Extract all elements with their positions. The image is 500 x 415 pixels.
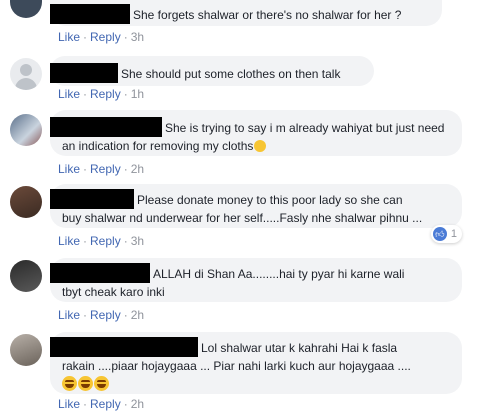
timestamp[interactable]: 3h — [131, 234, 144, 248]
comment-bubble: Please donate money to this poor lady so… — [50, 184, 462, 228]
redacted-name — [50, 189, 134, 209]
redacted-name — [50, 337, 198, 357]
comment-text-line2: an indication for removing my cloths — [62, 139, 254, 153]
avatar[interactable] — [10, 114, 42, 146]
comment-bubble: Lol shalwar utar k kahrahi Hai k fasla r… — [50, 332, 462, 394]
reply-link[interactable]: Reply — [90, 234, 121, 248]
comment-text-line1: Please donate money to this poor lady so… — [137, 193, 403, 207]
grinning-sweat-emoji-icon — [78, 376, 93, 391]
redacted-name — [50, 4, 130, 24]
thumbs-up-icon: 👍︎ — [432, 227, 447, 241]
redacted-name — [50, 117, 162, 137]
reply-link[interactable]: Reply — [90, 162, 121, 176]
comment-text-line2: buy shalwar nd underwear for her self...… — [62, 211, 423, 225]
comment-actions: Like · Reply · 3h — [58, 30, 145, 44]
timestamp[interactable]: 2h — [131, 308, 144, 322]
redacted-name — [50, 263, 150, 283]
reply-link[interactable]: Reply — [90, 30, 121, 44]
reaction-count[interactable]: 👍︎ 1 — [430, 225, 462, 243]
comment-bubble: She should put some clothes on then talk — [50, 56, 374, 86]
avatar[interactable] — [10, 0, 42, 18]
redacted-name — [50, 63, 118, 83]
avatar[interactable] — [10, 334, 42, 366]
comment-text: She forgets shalwar or there's no shalwa… — [133, 8, 402, 22]
like-link[interactable]: Like — [58, 30, 80, 44]
timestamp[interactable]: 3h — [131, 30, 144, 44]
comment-actions: Like · Reply · 2h — [58, 162, 145, 176]
comment-actions: Like · Reply · 1h — [58, 87, 145, 101]
avatar[interactable] — [10, 58, 42, 90]
comment-bubble: ALLAH di Shan Aa........hai ty pyar hi k… — [50, 258, 462, 302]
comment-text-line2: tbyt cheak karo inki — [62, 285, 165, 299]
like-link[interactable]: Like — [58, 87, 80, 101]
like-link[interactable]: Like — [58, 397, 80, 411]
like-link[interactable]: Like — [58, 308, 80, 322]
reply-link[interactable]: Reply — [90, 87, 121, 101]
reply-link[interactable]: Reply — [90, 308, 121, 322]
avatar[interactable] — [10, 260, 42, 292]
avatar-silhouette-body — [15, 78, 37, 90]
grinning-sweat-emoji-icon — [94, 376, 109, 391]
avatar[interactable] — [10, 186, 42, 218]
comment-text-line1: She is trying to say i m already wahiyat… — [165, 121, 445, 135]
comment-text-line1: ALLAH di Shan Aa........hai ty pyar hi k… — [153, 267, 405, 281]
grinning-sweat-emoji-icon — [62, 376, 77, 391]
like-link[interactable]: Like — [58, 162, 80, 176]
avatar-silhouette — [20, 64, 32, 76]
comment-text-line2: rakain ....piaar hojaygaaa ... Piar nahi… — [62, 359, 411, 373]
comment-bubble: She is trying to say i m already wahiyat… — [50, 110, 462, 156]
comment-actions: Like · Reply · 3h — [58, 234, 145, 248]
timestamp[interactable]: 2h — [131, 162, 144, 176]
comment-actions: Like · Reply · 2h — [58, 308, 145, 322]
timestamp[interactable]: 2h — [131, 397, 144, 411]
reply-link[interactable]: Reply — [90, 397, 121, 411]
comment-actions: Like · Reply · 2h — [58, 397, 145, 411]
timestamp[interactable]: 1h — [131, 87, 144, 101]
comment-text: She should put some clothes on then talk — [121, 67, 341, 81]
like-link[interactable]: Like — [58, 234, 80, 248]
comment-bubble: She forgets shalwar or there's no shalwa… — [50, 0, 442, 26]
comment-text-line1: Lol shalwar utar k kahrahi Hai k fasla — [201, 341, 398, 355]
reaction-count-value: 1 — [450, 228, 457, 240]
smiling-emoji-icon — [254, 140, 267, 152]
